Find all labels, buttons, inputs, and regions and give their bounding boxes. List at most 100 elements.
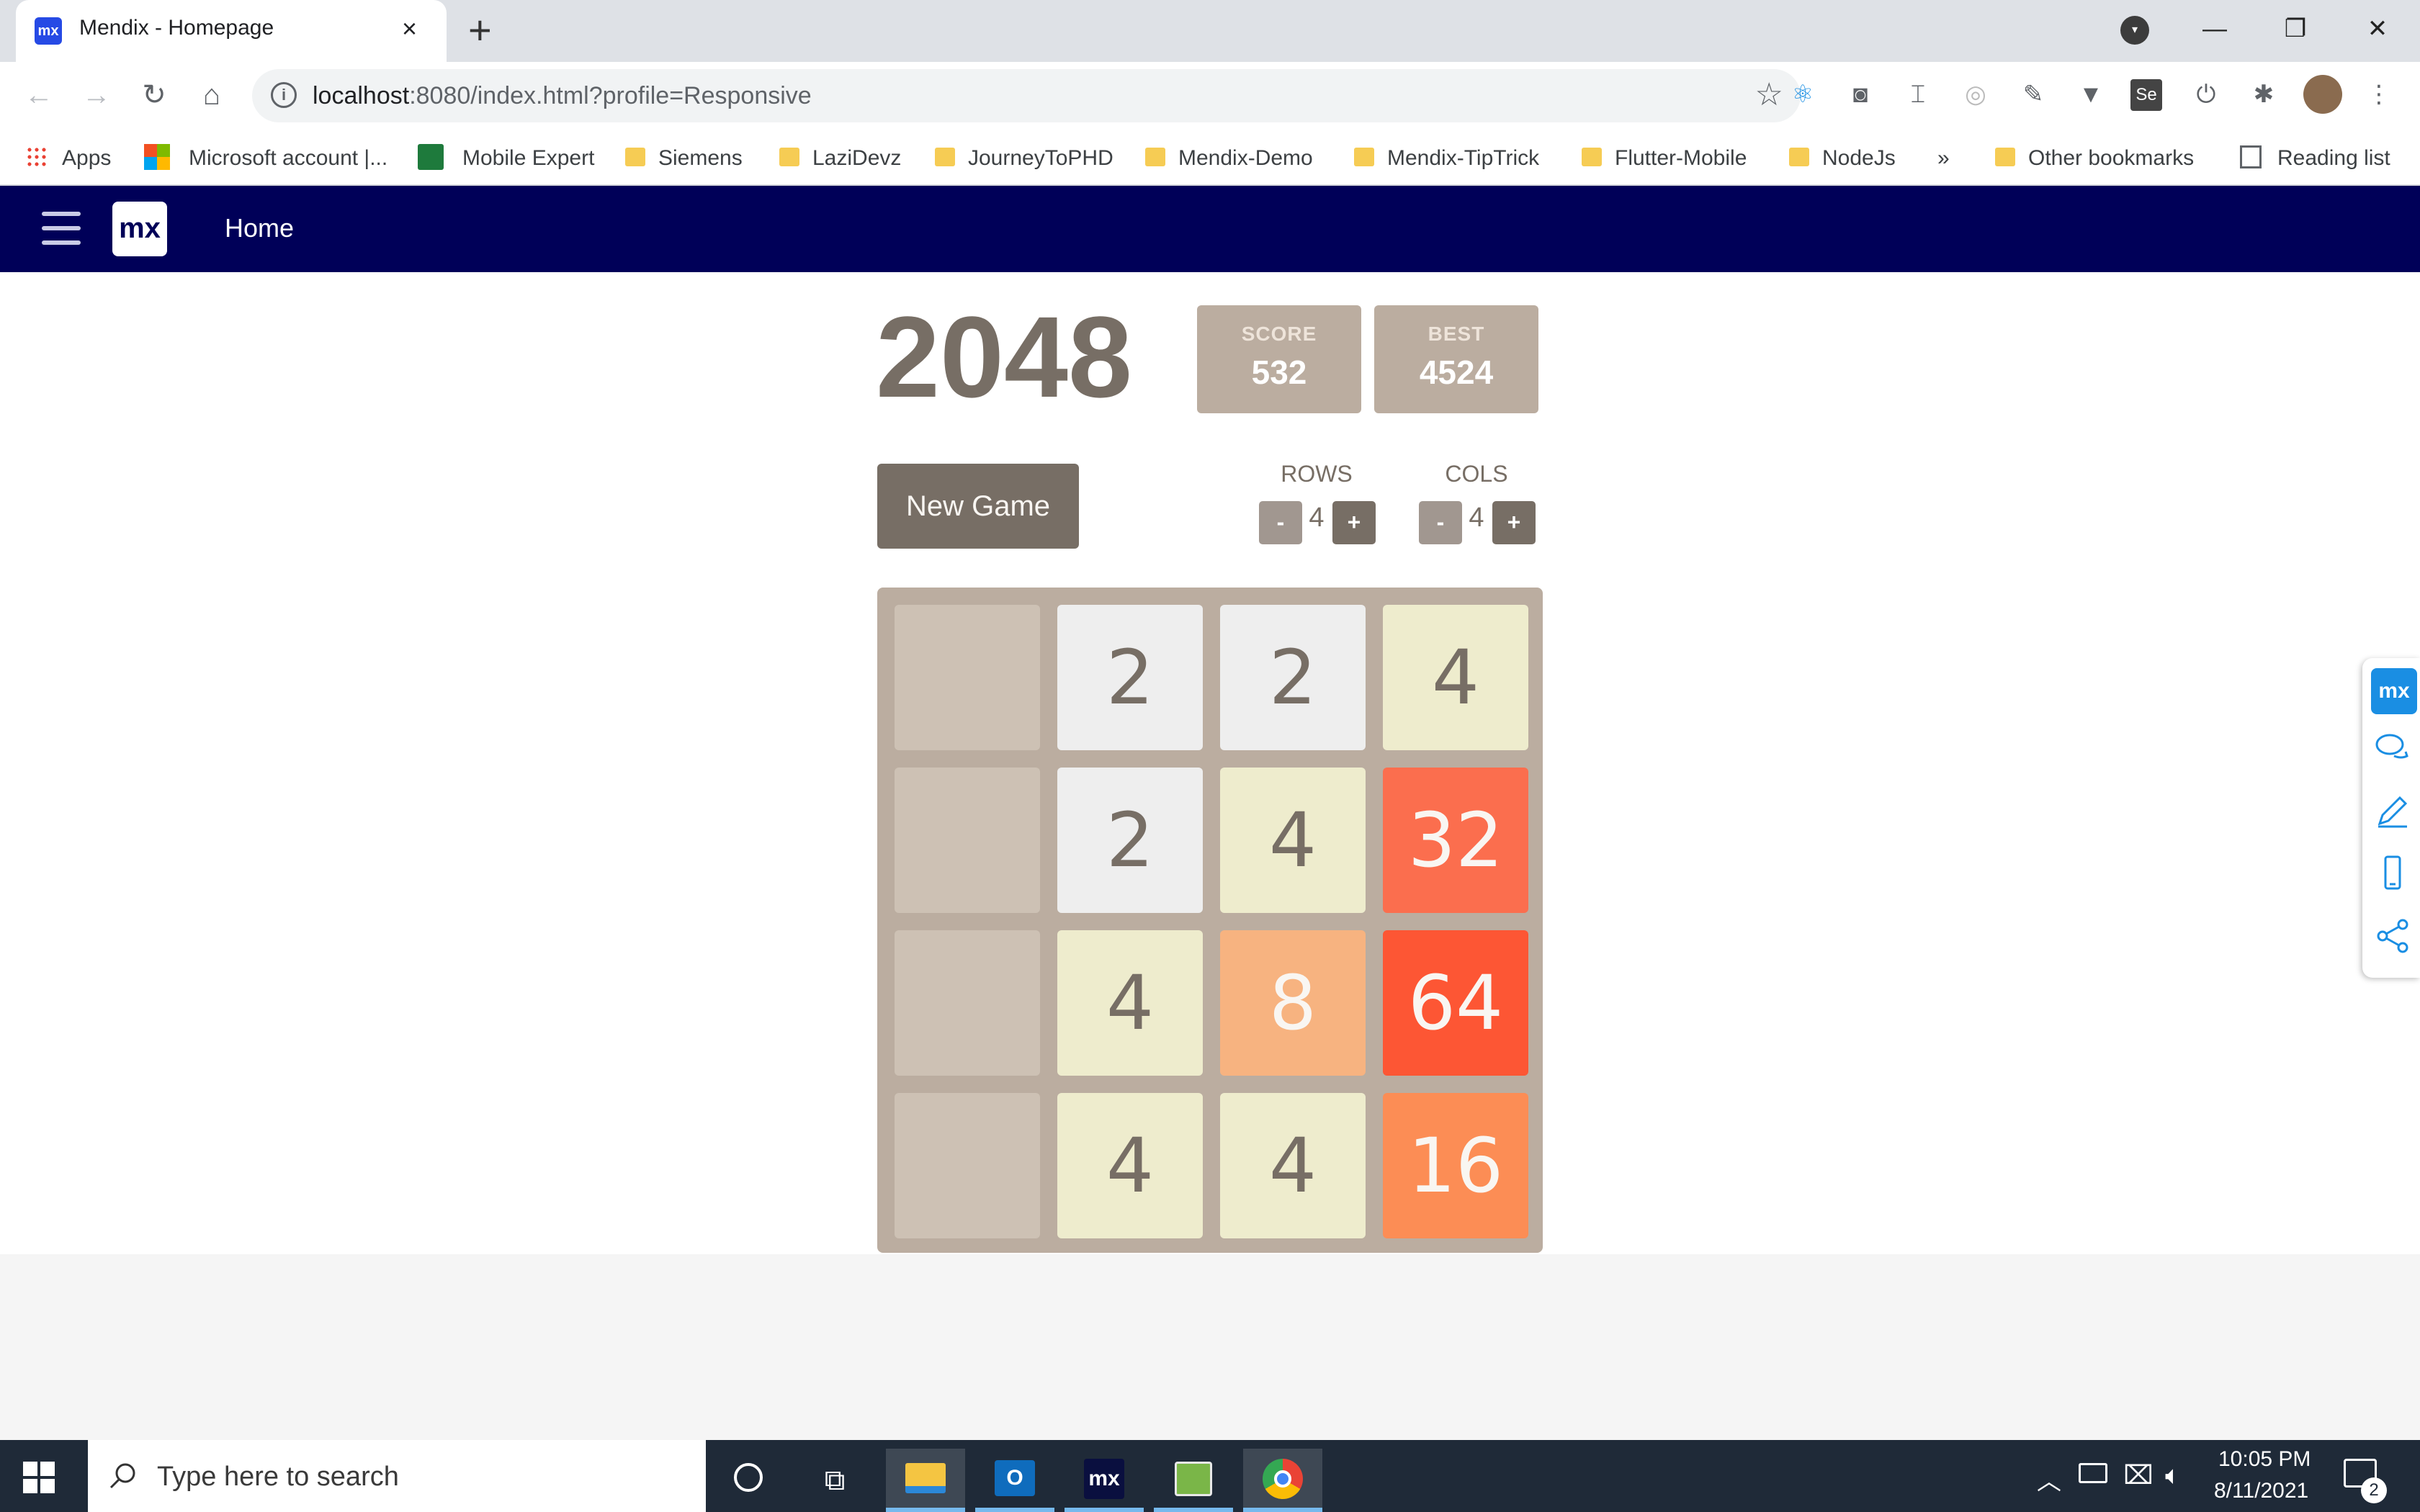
browser-tab[interactable]: mx Mendix - Homepage × [16,0,447,62]
reading-list-button[interactable]: Reading list [2240,144,2390,173]
clock-date[interactable]: 8/11/2021 [2214,1479,2308,1503]
tab-title: Mendix - Homepage [79,16,274,40]
cols-label: COLS [1445,461,1508,487]
bookmark-label: Other bookmarks [2028,146,2195,170]
tile-empty [895,930,1040,1076]
react-devtools-icon[interactable]: ⚛ [1785,76,1821,112]
tile-4: 4 [1057,1093,1203,1238]
bookmark-label: Apps [62,146,112,170]
restore-window-button[interactable]: ❐ [2270,7,2321,50]
new-game-button[interactable]: New Game [877,464,1079,549]
bookmark-flutter-mobile[interactable]: Flutter-Mobile [1582,144,1747,173]
folder-icon [625,148,645,167]
feedback-chat-icon[interactable] [2372,727,2413,768]
bookmark-nodejs[interactable]: NodeJs [1789,144,1896,173]
bookmark-label: Flutter-Mobile [1615,146,1747,170]
volume-icon[interactable]: 🔈︎ [2165,1460,2181,1491]
mendix-panel-logo[interactable]: mx [2371,668,2417,714]
forward-arrow-icon[interactable]: → [76,75,117,115]
edit-pencil-icon[interactable] [2372,791,2413,831]
taskbar-search-box[interactable]: Type here to search [88,1440,706,1512]
selenium-extension-icon[interactable]: Se [2130,79,2162,111]
mendix-favicon-icon: mx [35,17,62,45]
url-host: localhost [313,82,410,109]
site-info-icon[interactable]: i [271,82,297,108]
bookmark-other-bookmarks[interactable]: Other bookmarks [1995,144,2194,173]
bookmark-microsoft-account[interactable]: Microsoft account |... [144,144,387,173]
new-tab-button[interactable]: + [468,10,492,50]
mendix-logo[interactable]: mx [112,202,167,256]
bookmark-mobile-expert[interactable]: Mobile Expert [418,144,594,173]
minimize-window-button[interactable]: — [2190,7,2240,50]
close-window-button[interactable]: ✕ [2352,7,2403,50]
rows-label: ROWS [1281,461,1353,487]
game-board[interactable]: 2 2 4 2 4 32 4 8 64 4 4 16 [877,588,1543,1253]
circle-extension-icon[interactable]: ◎ [1958,76,1994,112]
bookmark-siemens[interactable]: Siemens [625,144,743,173]
chrome-menu-icon[interactable]: ⋮ [2361,76,2397,112]
home-icon[interactable]: ⌂ [192,75,232,115]
windows-start-icon[interactable] [23,1462,55,1493]
windows-taskbar: Type here to search ⧉ O mx ︿ ⌧ 🔈︎ 10:05 … [0,1440,2420,1512]
tray-overflow-icon[interactable]: ︿ [2037,1462,2061,1497]
folder-icon [1582,148,1602,167]
reading-list-icon [2240,145,2262,169]
bookmarks-overflow-button[interactable]: » [1937,144,1950,173]
camera-extension-icon[interactable]: ◙ [1842,76,1878,112]
nav-home-link[interactable]: Home [225,213,294,243]
url-text[interactable]: localhost:8080/index.html?profile=Respon… [313,82,812,110]
bookmark-apps[interactable]: Apps [26,144,111,173]
folder-icon [1145,148,1165,167]
mobile-preview-icon[interactable] [2372,852,2413,893]
chrome-menu-dropdown-icon[interactable]: ▾ [2120,16,2149,45]
bookmark-label: LaziDevz [812,146,902,170]
back-arrow-icon[interactable]: ← [19,75,59,115]
best-label: BEST [1428,323,1485,345]
bookmark-label: Mobile Expert [462,146,595,170]
cols-value: 4 [1469,503,1484,533]
tile-4: 4 [1220,768,1366,913]
best-value: 4524 [1419,354,1494,391]
clock-time[interactable]: 10:05 PM [2218,1447,2311,1472]
bookmark-mendix-tiptrick[interactable]: Mendix-TipTrick [1354,144,1539,173]
reload-icon[interactable]: ↻ [134,75,174,115]
power-extension-icon[interactable]: ⏻ [2188,76,2224,112]
bookmark-label: Microsoft account |... [189,146,388,170]
chrome-icon[interactable] [1243,1449,1322,1512]
rows-decrement-button[interactable]: - [1259,501,1302,544]
score-label: SCORE [1241,323,1317,345]
bookmark-lazidevz[interactable]: LaziDevz [779,144,901,173]
mendix-studio-icon[interactable]: mx [1065,1449,1144,1512]
tab-close-icon[interactable]: × [402,14,417,43]
extensions-puzzle-icon[interactable]: ✱ [2246,76,2282,112]
task-view-icon[interactable]: ⧉ [795,1449,874,1512]
share-icon[interactable] [2372,916,2413,956]
cortana-icon[interactable] [709,1449,788,1512]
folder-icon [935,148,955,167]
hamburger-menu-icon[interactable] [42,212,81,245]
address-bar[interactable]: i localhost:8080/index.html?profile=Resp… [252,69,1801,122]
file-explorer-icon[interactable] [886,1449,965,1512]
url-path: :8080/index.html?profile=Responsive [409,82,812,109]
profile-avatar[interactable] [2303,75,2342,114]
rows-increment-button[interactable]: + [1332,501,1376,544]
game-title: 2048 [876,292,1132,421]
vue-devtools-icon[interactable]: ▼ [2073,76,2109,112]
tile-4: 4 [1220,1093,1366,1238]
network-icon[interactable]: ⌧ [2123,1460,2153,1490]
paint-app-icon[interactable] [1154,1449,1233,1512]
eyedropper-extension-icon[interactable]: ✎ [2015,76,2051,112]
cols-increment-button[interactable]: + [1492,501,1536,544]
bookmark-star-icon[interactable]: ☆ [1755,76,1783,113]
cols-decrement-button[interactable]: - [1419,501,1462,544]
tile-empty [895,768,1040,913]
page-content: 2048 SCORE 532 BEST 4524 New Game ROWS -… [0,272,2420,1254]
tile-2: 2 [1220,605,1366,750]
score-value: 532 [1251,354,1307,391]
outlook-icon[interactable]: O [975,1449,1054,1512]
code-extension-icon[interactable]: ⌶ [1900,76,1936,112]
bookmark-journeytophd[interactable]: JourneyToPHD [935,144,1113,173]
tile-2: 2 [1057,605,1203,750]
battery-icon[interactable] [2079,1463,2107,1483]
bookmark-mendix-demo[interactable]: Mendix-Demo [1145,144,1313,173]
